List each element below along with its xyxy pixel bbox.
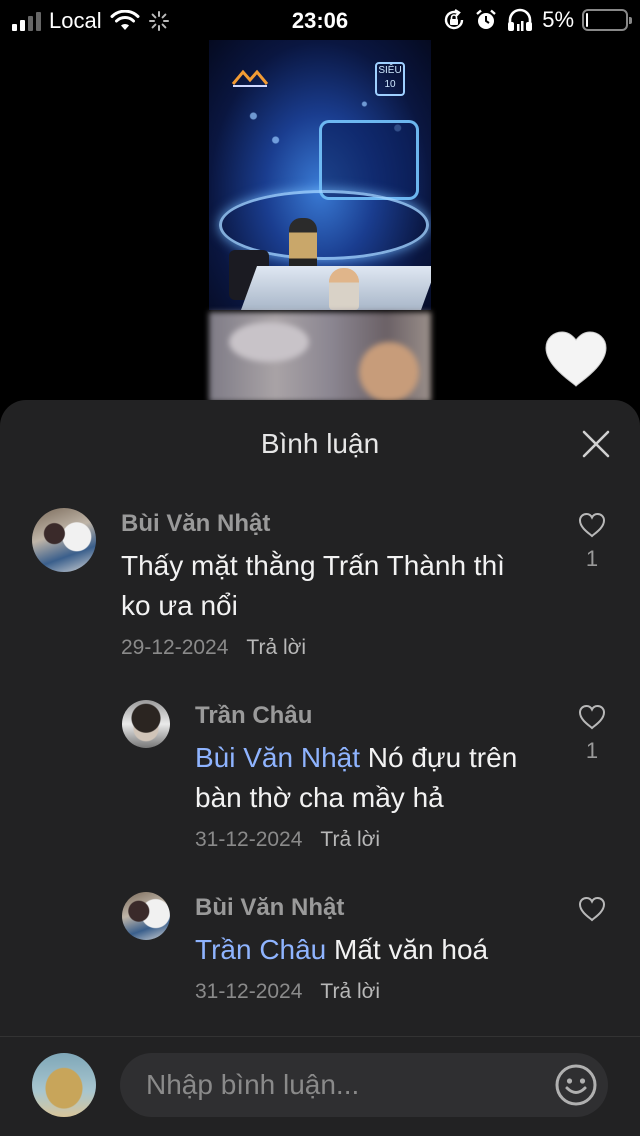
comment-date: 31-12-2024: [195, 980, 303, 1003]
sheet-title: Bình luận: [260, 428, 380, 459]
comment-meta: 31-12-2024 Trả lời: [195, 980, 380, 1004]
reply-button[interactable]: Trả lời: [320, 980, 380, 1003]
heart-icon[interactable]: [578, 704, 606, 730]
comment-input-bar: [120, 1053, 608, 1117]
channel-logo: [231, 69, 269, 87]
comment-text-line: ko ưa nổi: [121, 590, 238, 621]
comment-text-line: Bùi Văn Nhật Nó đựu trên: [195, 738, 565, 778]
comment-meta: 31-12-2024 Trả lời: [195, 828, 380, 852]
emoji-icon[interactable]: [554, 1063, 598, 1107]
status-bar: Local 23:06 5%: [0, 0, 640, 40]
headphones-icon: [508, 8, 533, 31]
comment-text: Bùi Văn Nhật Nó đựu trên bàn thờ cha mầy…: [195, 738, 565, 818]
heart-icon[interactable]: [578, 896, 606, 922]
battery-fill: [586, 13, 588, 27]
avatar[interactable]: [122, 892, 170, 940]
reply-button[interactable]: Trả lời: [246, 636, 306, 659]
reply-button[interactable]: Trả lời: [320, 828, 380, 851]
comment-date: 29-12-2024: [121, 636, 229, 659]
comment-text-line: bàn thờ cha mầy hả: [195, 782, 444, 813]
screen: Local 23:06 5% SIÊU 10 Bình luận Bùi Văn…: [0, 0, 640, 1136]
comment-author[interactable]: Trần Châu: [195, 702, 312, 730]
current-user-avatar: [32, 1053, 96, 1117]
comment-author[interactable]: Bùi Văn Nhật: [121, 510, 270, 538]
close-icon[interactable]: [582, 430, 610, 458]
mention-link[interactable]: Bùi Văn Nhật: [195, 742, 360, 773]
comment-text-span: Nó đựu trên: [360, 742, 518, 773]
comment-author[interactable]: Bùi Văn Nhật: [195, 894, 344, 922]
like-count: 1: [585, 546, 599, 571]
alarm-icon: [476, 9, 496, 29]
battery-percent: 5%: [542, 7, 574, 32]
battery-icon: [582, 9, 632, 31]
stage-screen: [319, 120, 419, 200]
comment-text-span: Mất văn hoá: [326, 934, 489, 965]
stage-judge: [329, 268, 359, 310]
divider: [0, 1036, 640, 1037]
avatar[interactable]: [32, 508, 96, 572]
heart-icon[interactable]: [578, 512, 606, 538]
avatar[interactable]: [122, 700, 170, 748]
comment-text-line: Trần Châu Mất văn hoá: [195, 930, 565, 970]
comment-text: Trần Châu Mất văn hoá: [195, 930, 565, 970]
heart-icon[interactable]: [544, 330, 608, 388]
status-right: 5%: [442, 7, 632, 33]
comment-meta: 29-12-2024 Trả lời: [121, 636, 306, 660]
show-logo: SIÊU 10: [375, 62, 405, 96]
video-player[interactable]: SIÊU 10: [209, 40, 431, 310]
comment-text-line: Thấy mặt thằng Trấn Thành thì: [121, 550, 505, 581]
mention-link[interactable]: Trần Châu: [195, 934, 326, 965]
video-blurred-frame: [209, 312, 431, 402]
comment-text: Thấy mặt thằng Trấn Thành thì ko ưa nổi: [121, 546, 561, 626]
comment-date: 31-12-2024: [195, 828, 303, 851]
comments-sheet: Bình luận Bùi Văn Nhật Thấy mặt thằng Tr…: [0, 400, 640, 1136]
like-count: 1: [585, 738, 599, 763]
orientation-lock-icon: [445, 8, 464, 30]
comment-input[interactable]: [146, 1063, 546, 1107]
